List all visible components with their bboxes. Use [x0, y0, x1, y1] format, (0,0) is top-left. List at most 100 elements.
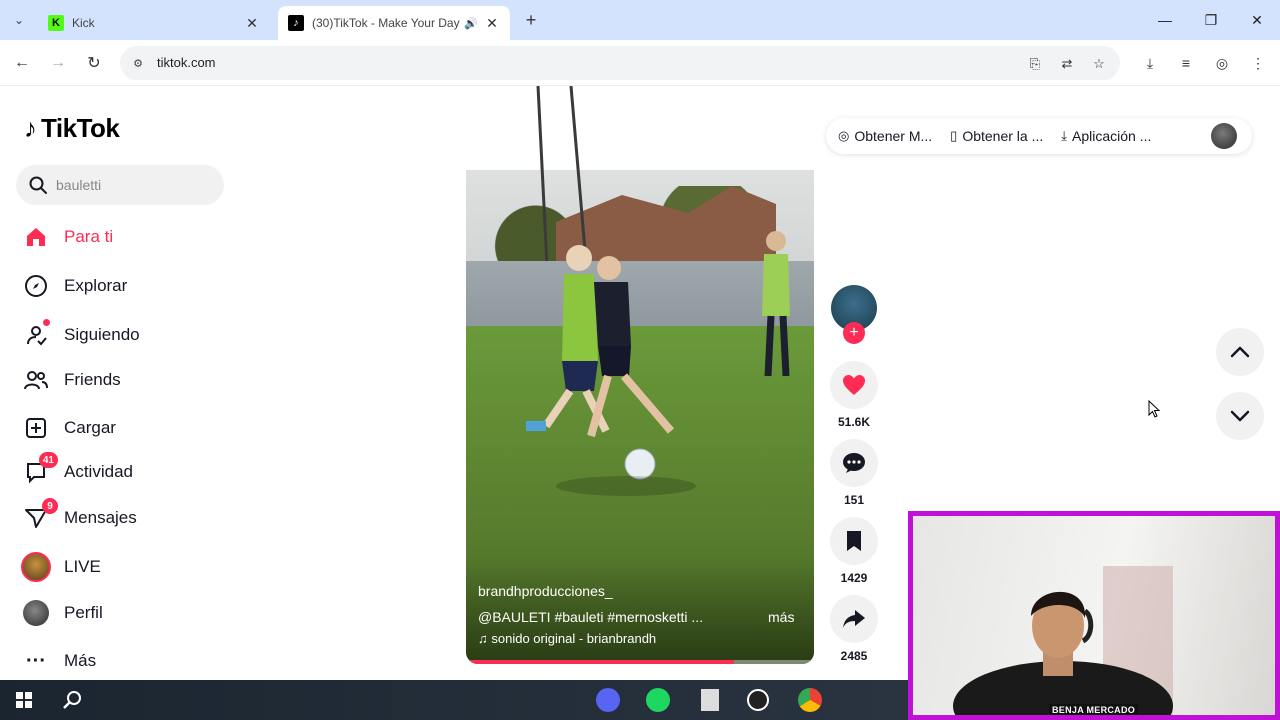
get-app-link[interactable]: ▯ Obtener la ... — [950, 128, 1043, 144]
nav-label: Siguiendo — [64, 325, 140, 344]
share-count: 2485 — [840, 649, 868, 663]
search-taskbar-icon[interactable] — [56, 684, 88, 716]
comment-button[interactable] — [830, 439, 878, 487]
nav-perfil[interactable]: Perfil — [20, 593, 240, 633]
profile-avatar — [23, 600, 49, 626]
tab-tiktok[interactable]: ♪ (30)TikTok - Make Your Day 🔊 ✕ — [278, 6, 510, 40]
chevron-up-icon — [1230, 346, 1250, 358]
close-tab-icon[interactable]: ✕ — [484, 15, 500, 31]
address-bar[interactable]: ⚙ tiktok.com ⎘ ⇄ ☆ — [120, 46, 1120, 80]
nav-label: Cargar — [64, 418, 116, 437]
chrome-icon[interactable] — [794, 684, 826, 716]
media-control-icon[interactable]: ≡ — [1174, 51, 1198, 75]
nav-friends[interactable]: Friends — [20, 360, 240, 400]
nav-label: Más — [64, 651, 97, 670]
save-button[interactable] — [830, 517, 878, 565]
mouse-cursor-icon — [1148, 400, 1160, 418]
music-title: sonido original - brianbrandh — [491, 631, 657, 646]
user-avatar[interactable] — [1211, 123, 1237, 149]
coin-icon: ◎ — [838, 128, 850, 143]
nav-explorar[interactable]: Explorar — [20, 266, 240, 306]
nav-live[interactable]: LIVE — [20, 547, 240, 587]
close-window-icon[interactable]: ✕ — [1242, 8, 1272, 32]
nav-label: Explorar — [64, 276, 128, 295]
file-app-icon[interactable] — [694, 684, 726, 716]
desktop-app-link[interactable]: ⤓ Aplicación ... — [1061, 128, 1151, 144]
nav-cargar[interactable]: Cargar — [20, 408, 240, 448]
install-app-icon[interactable]: ⎘ — [1026, 55, 1044, 73]
comment-icon — [843, 453, 865, 473]
notification-dot — [43, 319, 50, 326]
tab-kick[interactable]: K Kick ✕ — [38, 6, 270, 40]
url-text[interactable]: tiktok.com — [157, 55, 216, 70]
windows-start-icon[interactable] — [8, 684, 40, 716]
forward-icon[interactable]: → — [46, 51, 70, 75]
share-button[interactable] — [830, 595, 878, 643]
friends-icon — [20, 364, 52, 396]
top-links-bar: ◎ Obtener M... ▯ Obtener la ... ⤓ Aplicació… — [826, 118, 1252, 154]
video-progress-fill — [466, 660, 734, 664]
tab-search-menu-icon[interactable]: ⌄ — [8, 9, 30, 31]
nav-actividad[interactable]: 41 Actividad — [20, 452, 240, 492]
obs-icon[interactable] — [742, 684, 774, 716]
like-count: 51.6K — [837, 415, 871, 429]
share-arrow-icon — [843, 610, 865, 628]
home-icon — [20, 221, 52, 253]
chevron-down-icon — [1230, 410, 1250, 422]
browser-tab-strip: ⌄ K Kick ✕ ♪ (30)TikTok - Make Your Day … — [0, 0, 1280, 40]
video-music[interactable]: ♫ sonido original - brianbrandh — [478, 631, 656, 646]
nav-mas[interactable]: ··· Más — [20, 641, 240, 681]
messages-badge: 9 — [42, 498, 58, 514]
tiktok-logo[interactable]: ♪ TikTok — [24, 113, 120, 144]
nav-label: LIVE — [64, 557, 101, 576]
tab-title: Kick — [72, 16, 95, 30]
audio-playing-icon[interactable]: 🔊 — [464, 17, 478, 30]
downloads-icon[interactable]: ⤓ — [1138, 51, 1162, 75]
browser-menu-icon[interactable]: ⋮ — [1246, 51, 1270, 75]
video-description[interactable]: @BAULETI #bauleti #mernosketti ... — [478, 609, 728, 625]
search-input[interactable] — [56, 175, 216, 195]
windows-taskbar — [0, 680, 908, 720]
new-tab-icon[interactable]: + — [520, 9, 542, 31]
comment-count: 151 — [843, 493, 865, 507]
translate-icon[interactable]: ⇄ — [1058, 55, 1076, 73]
nav-label: Perfil — [64, 603, 103, 622]
activity-icon: 41 — [20, 452, 58, 488]
nav-mensajes[interactable]: 9 Mensajes — [20, 498, 240, 538]
nav-label: Mensajes — [64, 508, 137, 527]
webcam-person — [953, 566, 1173, 715]
streamer-name: BENJA MERCADO — [1049, 704, 1139, 715]
profile-avatar-icon[interactable]: ◎ — [1210, 51, 1234, 75]
spotify-icon[interactable] — [642, 684, 674, 716]
next-video-button[interactable] — [1216, 392, 1264, 440]
nav-siguiendo[interactable]: Siguiendo — [20, 315, 240, 355]
reload-icon[interactable]: ↻ — [82, 51, 106, 75]
upload-icon — [20, 412, 52, 444]
webcam-overlay: BENJA MERCADO — [908, 511, 1280, 720]
get-coins-link[interactable]: ◎ Obtener M... — [838, 128, 932, 144]
search-box[interactable] — [16, 165, 224, 205]
video-more-link[interactable]: más — [768, 609, 794, 625]
browser-toolbar: ← → ↻ ⚙ tiktok.com ⎘ ⇄ ☆ ⤓ ≡ ◎ ⋮ — [0, 40, 1280, 86]
site-info-icon[interactable]: ⚙ — [130, 55, 146, 71]
nav-para-ti[interactable]: Para ti — [20, 217, 240, 257]
video-progress-bar[interactable] — [466, 660, 814, 664]
video-player[interactable]: brandhproducciones_ @BAULETI #bauleti #m… — [466, 86, 814, 664]
previous-video-button[interactable] — [1216, 328, 1264, 376]
download-icon: ⤓ — [1061, 128, 1067, 143]
close-tab-icon[interactable]: ✕ — [244, 15, 260, 31]
discord-icon[interactable] — [592, 684, 624, 716]
toplink-label: Obtener M... — [854, 128, 933, 144]
minimize-icon[interactable]: — — [1150, 8, 1180, 32]
restore-icon[interactable]: ❐ — [1196, 8, 1226, 32]
search-icon[interactable] — [28, 175, 48, 195]
back-icon[interactable]: ← — [10, 51, 34, 75]
like-button[interactable] — [830, 361, 878, 409]
follow-plus-icon[interactable]: + — [843, 322, 865, 344]
more-icon: ··· — [26, 649, 46, 672]
nav-label: Para ti — [64, 227, 114, 246]
tiktok-note-icon: ♪ — [24, 113, 37, 143]
video-author[interactable]: brandhproducciones_ — [478, 583, 613, 599]
bookmark-star-icon[interactable]: ☆ — [1090, 55, 1108, 73]
bookmark-icon — [847, 531, 861, 551]
